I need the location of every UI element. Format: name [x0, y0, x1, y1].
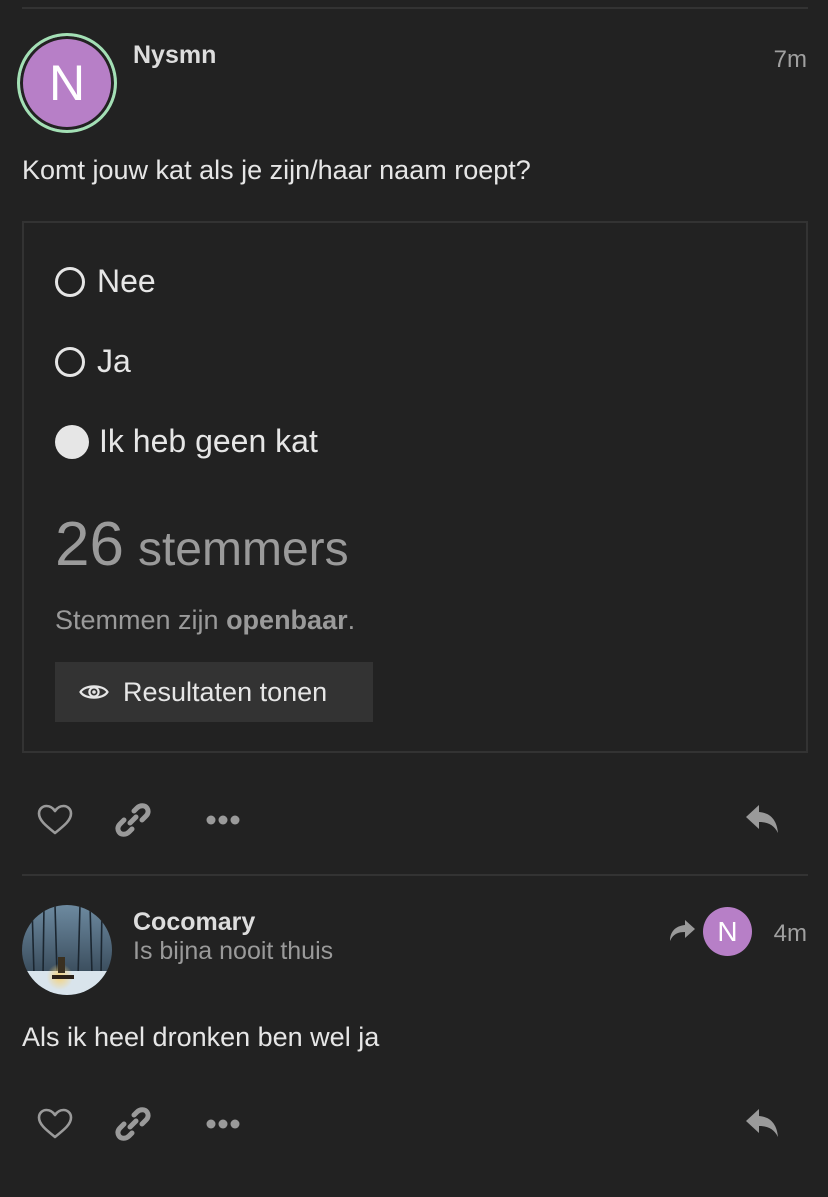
top-divider — [22, 7, 808, 9]
poll-option-label: Ik heb geen kat — [99, 423, 318, 459]
avatar[interactable]: N — [17, 33, 117, 133]
username[interactable]: Cocomary — [133, 908, 255, 937]
poll-option-nee[interactable]: Nee — [55, 263, 156, 300]
username[interactable]: Nysmn — [133, 41, 216, 70]
reply-arrow-icon — [668, 920, 696, 948]
radio-selected-icon — [55, 424, 89, 459]
more-button[interactable] — [201, 800, 245, 844]
eye-icon — [79, 682, 109, 702]
poll-option-ja[interactable]: Ja — [55, 343, 131, 380]
visibility-prefix: Stemmen zijn — [55, 605, 227, 635]
poll-option-label: Ja — [97, 343, 131, 379]
heart-icon — [37, 804, 73, 841]
avatar-letter: N — [717, 915, 738, 947]
visibility-suffix: . — [347, 605, 356, 635]
copy-link-button[interactable] — [111, 1104, 155, 1148]
reply-icon — [744, 1107, 782, 1146]
radio-empty-icon — [55, 346, 85, 377]
reply-to-avatar[interactable]: N — [703, 907, 752, 956]
post-time[interactable]: 7m — [774, 46, 807, 74]
more-dots-icon — [205, 813, 241, 831]
avatar[interactable] — [22, 905, 112, 995]
poll-option-label: Nee — [97, 263, 156, 299]
post-body: Als ik heel dronken ben wel ja — [22, 1022, 380, 1052]
reply-to-indicator[interactable] — [668, 918, 696, 949]
visibility-word: openbaar — [226, 605, 348, 635]
post-time[interactable]: 4m — [774, 920, 807, 948]
avatar-letter: N — [48, 55, 86, 111]
like-button[interactable] — [33, 1104, 77, 1148]
poll-visibility-note: Stemmen zijn openbaar. — [55, 605, 355, 636]
post-body: Komt jouw kat als je zijn/haar naam roep… — [22, 155, 531, 185]
link-icon — [115, 802, 151, 843]
show-results-label: Resultaten tonen — [123, 676, 328, 707]
reply-icon — [744, 803, 782, 842]
like-button[interactable] — [33, 800, 77, 844]
more-dots-icon — [205, 1117, 241, 1135]
voter-count-label: stemmers — [137, 523, 349, 576]
show-results-button[interactable]: Resultaten tonen — [55, 662, 373, 722]
poll-option-geen-kat[interactable]: Ik heb geen kat — [55, 423, 318, 460]
poll: Nee Ja Ik heb geen kat 26 stemmers Stemm… — [22, 221, 808, 753]
user-status: Is bijna nooit thuis — [133, 937, 334, 965]
link-icon — [115, 1106, 151, 1147]
post-divider — [22, 874, 808, 876]
reply-button[interactable] — [741, 800, 785, 844]
heart-icon — [37, 1108, 73, 1145]
voter-count: 26 stemmers — [55, 509, 349, 580]
more-button[interactable] — [201, 1104, 245, 1148]
voter-count-number: 26 — [55, 510, 124, 579]
radio-empty-icon — [55, 266, 85, 297]
reply-button[interactable] — [741, 1104, 785, 1148]
copy-link-button[interactable] — [111, 800, 155, 844]
